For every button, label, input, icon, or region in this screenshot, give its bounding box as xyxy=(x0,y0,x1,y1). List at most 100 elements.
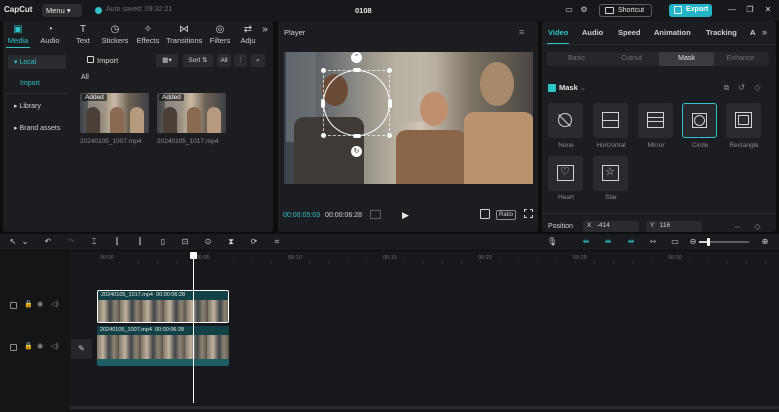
mask-handle-right[interactable] xyxy=(388,99,392,108)
cover-edit-icon[interactable]: ✎ xyxy=(71,339,92,359)
tab-transitions[interactable]: ⋈ Transitions xyxy=(166,24,202,48)
zoom-slider-knob[interactable] xyxy=(707,238,710,246)
mask-circle-overlay[interactable] xyxy=(323,70,390,136)
mask-feather-handle-icon[interactable]: ⌃ xyxy=(351,52,362,63)
playhead-handle[interactable] xyxy=(190,252,197,259)
reset-icon[interactable]: ↺ xyxy=(737,83,746,92)
auto-snap-icon[interactable]: ⇹ xyxy=(602,237,614,247)
redo-icon[interactable]: ↷ xyxy=(66,237,76,247)
keyframe-icon[interactable]: ◇ xyxy=(753,83,762,92)
tab-audio-props[interactable]: Audio xyxy=(582,28,603,37)
subtab-mask[interactable]: Mask xyxy=(659,52,714,66)
mask-handle-left[interactable] xyxy=(321,99,325,108)
position-link-icon[interactable]: ⇔ xyxy=(733,222,742,231)
tab-filters[interactable]: ◎ Filters xyxy=(209,24,231,48)
sort-button[interactable]: Sort ⇅ xyxy=(183,54,213,67)
shortcut-button[interactable]: Shortcut xyxy=(599,4,652,17)
zoom-in-icon[interactable]: ⊕ xyxy=(760,237,770,247)
tab-tracking[interactable]: Tracking xyxy=(706,28,737,37)
subtab-enhance[interactable]: Enhance xyxy=(713,52,768,66)
zoom-out-icon[interactable]: ⊖ xyxy=(688,237,698,247)
mask-handle-top[interactable] xyxy=(353,68,361,72)
mask-shape-none[interactable] xyxy=(548,103,583,138)
crop-icon[interactable]: ⌗ xyxy=(272,237,282,247)
visibility-icon[interactable]: ◉ xyxy=(37,300,43,308)
ratio-button[interactable]: Ratio xyxy=(496,210,517,220)
mask-shape-circle[interactable] xyxy=(682,103,717,138)
delete-icon[interactable]: ▯ xyxy=(158,237,168,247)
tab-media[interactable]: ▣ Media xyxy=(5,24,31,48)
minimize-icon[interactable]: — xyxy=(726,4,738,16)
tab-audio[interactable]: ◔ Audio xyxy=(38,24,62,48)
mask-handle-corner[interactable] xyxy=(321,133,326,138)
split-icon[interactable]: ⌶ xyxy=(89,237,99,247)
mask-handle-corner[interactable] xyxy=(387,68,392,73)
layout-icon[interactable]: ▭ xyxy=(563,5,575,15)
invert-mask-icon[interactable]: ⧉ xyxy=(722,83,731,92)
timeline-clip[interactable]: 20240105_1017.mp4 00:00:06:28 xyxy=(97,290,229,323)
tab-adjust[interactable]: ⇄ Adju xyxy=(238,24,258,48)
undo-icon[interactable]: ↶ xyxy=(43,237,53,247)
tab-stickers[interactable]: ◷ Stickers xyxy=(101,24,129,48)
preview-axis-icon[interactable]: ⇿ xyxy=(648,237,658,247)
linkage-icon[interactable]: ⇹ xyxy=(625,237,637,247)
play-icon[interactable]: ▶ xyxy=(402,210,412,220)
sidebar-item-brand-assets[interactable]: ▸ Brand assets xyxy=(8,121,68,135)
rotate-icon[interactable]: ⟳ xyxy=(249,237,259,247)
timeline-scrollbar[interactable] xyxy=(70,406,779,409)
mask-handle-corner[interactable] xyxy=(387,133,392,138)
filter-icon[interactable]: ⫶ xyxy=(234,54,247,67)
player-menu-icon[interactable]: ≡ xyxy=(519,27,524,37)
mask-checkbox[interactable] xyxy=(548,84,556,92)
main-track-magnet-icon[interactable]: ⇹ xyxy=(580,237,592,247)
freeze-icon[interactable]: ⊡ xyxy=(180,237,190,247)
position-y-field[interactable]: Y 116 xyxy=(646,221,702,232)
lock-icon[interactable]: 🔒 xyxy=(24,342,33,350)
position-keyframe-icon[interactable]: ◇ xyxy=(753,222,762,231)
fullscreen-icon[interactable] xyxy=(524,209,533,218)
mask-shape-rectangle[interactable] xyxy=(726,103,761,138)
media-item[interactable]: Added xyxy=(80,93,149,133)
all-filter-button[interactable]: All xyxy=(217,54,231,67)
visibility-icon[interactable]: ◉ xyxy=(37,342,43,350)
tabs-more-icon[interactable]: » xyxy=(260,24,270,48)
tab-speed[interactable]: Speed xyxy=(618,28,641,37)
view-toggle-icon[interactable]: ▦▾ xyxy=(156,54,178,67)
props-more-icon[interactable]: » xyxy=(762,27,767,37)
tab-effects[interactable]: ✧ Effects xyxy=(136,24,160,48)
reverse-icon[interactable]: ⊙ xyxy=(203,237,213,247)
maximize-icon[interactable]: ❐ xyxy=(744,4,756,16)
mask-shape-mirror[interactable] xyxy=(638,103,673,138)
track-lock-icon[interactable] xyxy=(10,302,17,309)
mirror-clip-icon[interactable]: ⧗ xyxy=(226,237,236,247)
mask-shape-star[interactable]: ☆ xyxy=(593,156,628,191)
mask-rotate-icon[interactable]: ↻ xyxy=(351,146,362,157)
audio-toggle-icon[interactable]: ◁) xyxy=(51,342,59,350)
menu-button[interactable]: Menu ▾ xyxy=(42,4,82,17)
playhead[interactable] xyxy=(193,253,194,403)
split-right-icon[interactable]: ⫿ xyxy=(135,237,145,247)
microphone-icon[interactable]: 🎙 xyxy=(547,237,557,247)
tab-video[interactable]: Video xyxy=(548,28,568,37)
select-tool-icon[interactable]: ↖ xyxy=(8,237,18,247)
export-button[interactable]: Export xyxy=(669,4,712,17)
fit-screen-icon[interactable] xyxy=(480,209,490,219)
sidebar-item-library[interactable]: ▸ Library xyxy=(8,99,66,113)
timeline-settings-icon[interactable]: ▭ xyxy=(670,237,680,247)
mask-shape-heart[interactable]: ♡ xyxy=(548,156,583,191)
media-item[interactable]: Added xyxy=(157,93,226,133)
subtab-cutout[interactable]: Cutout xyxy=(604,52,659,66)
settings-icon[interactable]: ⚙ xyxy=(578,5,590,15)
tab-more-props[interactable]: A xyxy=(750,28,755,37)
chevron-down-icon[interactable]: ⌄ xyxy=(20,237,30,247)
sidebar-item-import[interactable]: Import xyxy=(14,77,72,91)
mask-shape-horizontal[interactable] xyxy=(593,103,628,138)
audio-toggle-icon[interactable]: ◁) xyxy=(51,300,59,308)
import-button[interactable]: Import xyxy=(84,53,134,67)
subtab-basic[interactable]: Basic xyxy=(549,52,604,66)
timeline-view-icon[interactable] xyxy=(370,210,381,219)
close-icon[interactable]: ✕ xyxy=(762,4,774,16)
mask-handle-corner[interactable] xyxy=(321,68,326,73)
timeline-clip[interactable]: 20240105_1007.mp4 00:00:06:28 xyxy=(97,326,229,366)
tab-text[interactable]: T Text xyxy=(72,24,94,48)
